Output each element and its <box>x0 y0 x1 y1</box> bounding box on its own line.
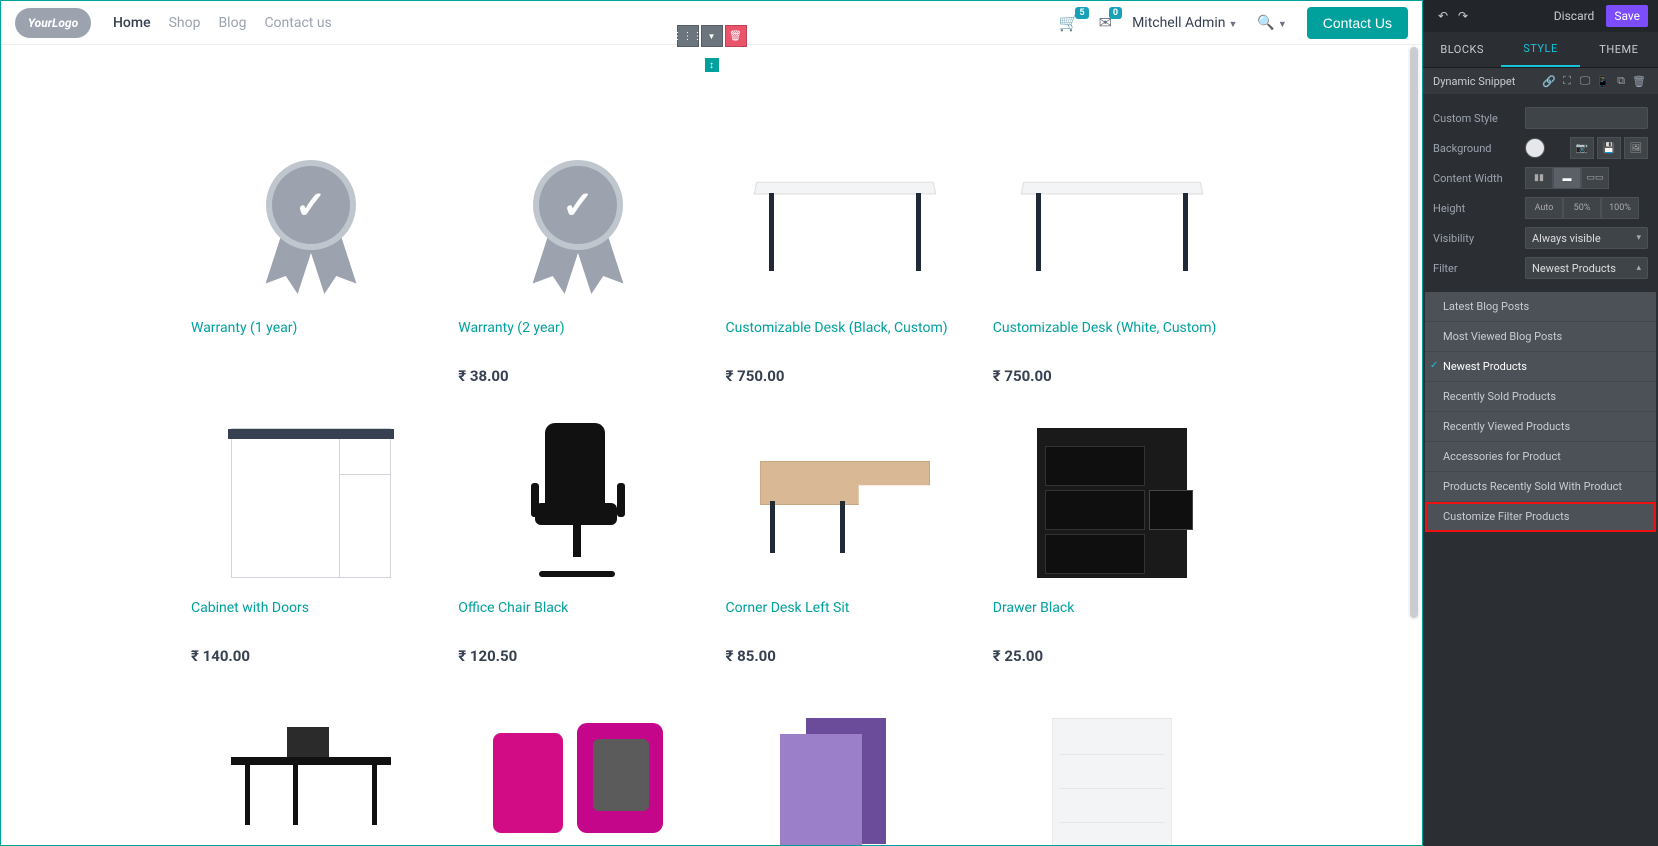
visibility-select[interactable]: Always visible <box>1525 227 1648 249</box>
width-normal-button[interactable]: ▬ <box>1553 167 1581 189</box>
editor-sidebar: ↶ ↷ Discard Save BLOCKS STYLE THEME Dyna… <box>1423 0 1658 846</box>
filter-option[interactable]: Recently Viewed Products <box>1425 412 1656 442</box>
cart-icon[interactable]: 🛒5 <box>1059 13 1079 32</box>
label-filter: Filter <box>1433 262 1525 275</box>
width-narrow-button[interactable]: ▮▮ <box>1525 167 1553 189</box>
product-card[interactable]: Corner Desk Left Sit ₹ 85.00 <box>726 413 965 665</box>
block-grid-icon[interactable]: ⋮⋮⋮ <box>677 25 699 47</box>
camera-icon[interactable]: 📷 <box>1570 137 1594 159</box>
cart-badge: 5 <box>1075 7 1088 19</box>
filter-option[interactable]: Products Recently Sold With Product <box>1425 472 1656 502</box>
sidebar-tabs: BLOCKS STYLE THEME <box>1423 32 1658 68</box>
product-card[interactable]: Customizable Desk (White, Custom) ₹ 750.… <box>993 133 1232 385</box>
filter-option[interactable]: Recently Sold Products <box>1425 382 1656 412</box>
filter-option[interactable]: Newest Products <box>1425 352 1656 382</box>
nav-contact[interactable]: Contact us <box>264 15 331 31</box>
section-header: Dynamic Snippet 🔗 ⛶ 🖵 📱 ⧉ 🗑 <box>1423 68 1658 94</box>
filter-select[interactable]: Newest Products <box>1525 257 1648 279</box>
main-nav: Home Shop Blog Contact us <box>113 15 332 31</box>
label-content-width: Content Width <box>1433 172 1525 185</box>
mail-icon[interactable]: ✉0 <box>1099 13 1112 32</box>
scrollbar[interactable] <box>1408 45 1420 843</box>
height-100-button[interactable]: 100% <box>1601 197 1639 219</box>
product-card[interactable] <box>458 693 697 846</box>
product-name: Warranty (2 year) <box>458 319 697 357</box>
product-price: ₹ 750.00 <box>726 367 965 385</box>
filter-option-customize[interactable]: Customize Filter Products <box>1425 502 1656 532</box>
nav-shop[interactable]: Shop <box>169 15 201 31</box>
search-icon[interactable]: 🔍▼ <box>1257 15 1286 31</box>
user-menu[interactable]: Mitchell Admin▼ <box>1132 15 1237 31</box>
product-price: ₹ 38.00 <box>458 367 697 385</box>
product-name: Customizable Desk (White, Custom) <box>993 319 1232 357</box>
tab-style[interactable]: STYLE <box>1501 32 1579 67</box>
label-custom-style: Custom Style <box>1433 112 1525 125</box>
nav-blog[interactable]: Blog <box>218 15 246 31</box>
height-50-button[interactable]: 50% <box>1563 197 1601 219</box>
product-grid: ✓ Warranty (1 year) ✓ Warranty (2 year) … <box>1 45 1422 846</box>
product-name: Cabinet with Doors <box>191 599 430 637</box>
logo[interactable]: YourLogo <box>15 8 91 38</box>
label-background: Background <box>1433 142 1525 155</box>
link-icon[interactable]: 🔗 <box>1540 75 1558 88</box>
product-name: Office Chair Black <box>458 599 697 637</box>
filter-option[interactable]: Accessories for Product <box>1425 442 1656 472</box>
properties-panel: Custom Style Background 📷 💾 🖼 Content Wi… <box>1423 94 1658 292</box>
product-card[interactable]: ✓ Warranty (2 year) ₹ 38.00 <box>458 133 697 385</box>
label-height: Height <box>1433 202 1525 215</box>
product-name: Warranty (1 year) <box>191 319 430 357</box>
desktop-icon[interactable]: 🖵 <box>1576 74 1594 88</box>
product-card[interactable]: Drawer Black ₹ 25.00 <box>993 413 1232 665</box>
contact-us-button[interactable]: Contact Us <box>1307 7 1408 39</box>
label-visibility: Visibility <box>1433 232 1525 245</box>
filter-option[interactable]: Most Viewed Blog Posts <box>1425 322 1656 352</box>
image-icon[interactable]: 🖼 <box>1624 137 1648 159</box>
product-name: Corner Desk Left Sit <box>726 599 965 637</box>
mobile-icon[interactable]: 📱 <box>1594 75 1612 88</box>
filter-dropdown: Latest Blog Posts Most Viewed Blog Posts… <box>1425 292 1656 532</box>
product-card[interactable]: ✓ Warranty (1 year) <box>191 133 430 385</box>
filter-option[interactable]: Latest Blog Posts <box>1425 292 1656 322</box>
product-price: ₹ 85.00 <box>726 647 965 665</box>
block-dropdown-icon[interactable]: ▼ <box>701 25 723 47</box>
trash-icon[interactable]: 🗑 <box>1630 75 1648 88</box>
undo-icon[interactable]: ↶ <box>1433 9 1453 23</box>
save-button[interactable]: Save <box>1606 5 1648 27</box>
redo-icon[interactable]: ↷ <box>1453 9 1473 23</box>
product-price: ₹ 750.00 <box>993 367 1232 385</box>
discard-button[interactable]: Discard <box>1546 5 1603 27</box>
product-card[interactable] <box>993 693 1232 846</box>
height-auto-button[interactable]: Auto <box>1525 197 1563 219</box>
tab-blocks[interactable]: BLOCKS <box>1423 32 1501 67</box>
expand-icon[interactable]: ⛶ <box>1558 74 1576 88</box>
product-card[interactable]: Office Chair Black ₹ 120.50 <box>458 413 697 665</box>
sidebar-topbar: ↶ ↷ Discard Save <box>1423 0 1658 32</box>
width-full-button[interactable]: ▭▭ <box>1581 167 1609 189</box>
product-price: ₹ 120.50 <box>458 647 697 665</box>
product-price: ₹ 140.00 <box>191 647 430 665</box>
drag-handle-icon[interactable]: ↕ <box>705 58 719 72</box>
mail-badge: 0 <box>1109 7 1122 19</box>
nav-home[interactable]: Home <box>113 15 151 31</box>
block-toolbar: ⋮⋮⋮ ▼ 🗑 <box>677 25 747 47</box>
product-name: Drawer Black <box>993 599 1232 637</box>
website-preview: YourLogo Home Shop Blog Contact us 🛒5 ✉0… <box>0 0 1423 846</box>
save-bg-icon[interactable]: 💾 <box>1597 137 1621 159</box>
block-delete-icon[interactable]: 🗑 <box>725 25 747 47</box>
scrollbar-thumb[interactable] <box>1408 45 1420 620</box>
product-card[interactable]: Customizable Desk (Black, Custom) ₹ 750.… <box>726 133 965 385</box>
product-price: ₹ 25.00 <box>993 647 1232 665</box>
copy-icon[interactable]: ⧉ <box>1612 74 1630 88</box>
tab-theme[interactable]: THEME <box>1580 32 1658 67</box>
product-card[interactable]: Cabinet with Doors ₹ 140.00 <box>191 413 430 665</box>
custom-style-input[interactable] <box>1525 107 1648 129</box>
product-card[interactable] <box>191 693 430 846</box>
product-card[interactable] <box>726 693 965 846</box>
section-title: Dynamic Snippet <box>1433 75 1515 88</box>
background-swatch[interactable] <box>1525 138 1545 158</box>
product-name: Customizable Desk (Black, Custom) <box>726 319 965 357</box>
